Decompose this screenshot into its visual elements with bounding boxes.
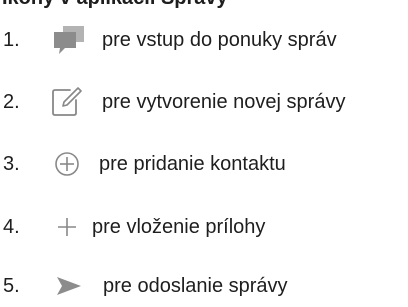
section-heading: Ikony v aplikácii Správy	[2, 0, 228, 9]
step-number: 5.	[3, 275, 20, 297]
step-text: pre vloženie prílohy	[92, 216, 266, 238]
step-item-5: 5. pre odoslanie správy	[0, 271, 408, 301]
step-text: pre vstup do ponuky správ	[102, 29, 337, 51]
step-item-3: 3. pre pridanie kontaktu	[0, 149, 408, 179]
step-number: 2.	[3, 91, 20, 113]
step-item-4: 4. pre vloženie prílohy	[0, 212, 408, 242]
step-number: 3.	[3, 153, 20, 175]
add-contact-circle-plus-icon	[55, 152, 79, 176]
step-number: 1.	[3, 29, 20, 51]
step-item-1: 1. pre vstup do ponuky správ	[0, 25, 408, 55]
plus-icon	[58, 218, 76, 236]
step-number: 4.	[3, 216, 20, 238]
step-item-2: 2. pre vytvorenie novej správy	[0, 87, 408, 117]
compose-icon	[52, 87, 82, 116]
send-arrow-icon	[57, 277, 81, 295]
step-text: pre pridanie kontaktu	[99, 153, 286, 175]
message-bubble-icon	[54, 26, 84, 54]
step-text: pre vytvorenie novej správy	[102, 91, 346, 113]
step-text: pre odoslanie správy	[103, 275, 288, 297]
